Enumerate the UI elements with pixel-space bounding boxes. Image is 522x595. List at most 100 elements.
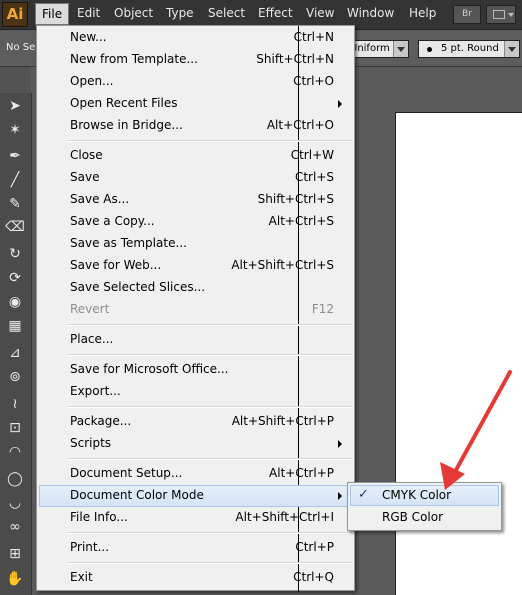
menu-item-label: Document Color Mode [70, 488, 204, 502]
blob-tool-icon[interactable]: ◡ [4, 493, 26, 513]
menu-item-save-as[interactable]: Save As... Shift+Ctrl+S [39, 189, 352, 211]
menu-item-label: Export... [70, 384, 121, 398]
document-color-mode-submenu: ✓ CMYK Color RGB Color [347, 482, 502, 531]
menu-item-close[interactable]: Close Ctrl+W [39, 145, 352, 167]
brush-dot-icon [427, 47, 432, 52]
submenu-item-rgb-color[interactable]: RGB Color [350, 507, 499, 528]
free-transform-tool-icon[interactable]: ⊡ [4, 418, 26, 438]
chevron-down-icon[interactable] [393, 41, 408, 57]
menu-item-label: Exit [70, 570, 93, 584]
checkmark-icon: ✓ [358, 487, 369, 502]
menu-item-package[interactable]: Package... Alt+Shift+Ctrl+P [39, 411, 352, 433]
menu-item-save-as-template[interactable]: Save as Template... [39, 233, 352, 255]
menu-item-label: Browse in Bridge... [70, 118, 183, 132]
menu-item-new-from-template[interactable]: New from Template... Shift+Ctrl+N [39, 49, 352, 71]
menu-item-shortcut: Alt+Ctrl+P [269, 466, 334, 480]
menu-file[interactable]: File [35, 3, 69, 25]
menu-item-open[interactable]: Open... Ctrl+O [39, 71, 352, 93]
menu-item-revert: Revert F12 [39, 299, 352, 321]
menu-item-label: Save for Web... [70, 258, 162, 272]
hand-tool-icon[interactable]: ✋ [4, 569, 26, 589]
lasso-tool-icon[interactable]: ◯ [4, 469, 26, 489]
menu-item-label: Open... [70, 74, 114, 88]
menu-item-shortcut: Ctrl+O [293, 74, 334, 88]
menu-item-shortcut: Alt+Shift+Ctrl+S [231, 258, 334, 272]
chevron-down-icon [508, 13, 514, 17]
chevron-down-icon[interactable] [504, 41, 519, 57]
symbol-sprayer-tool-icon[interactable]: ⊚ [4, 367, 26, 387]
eraser-tool-icon[interactable]: ⌫ [4, 217, 26, 237]
menu-item-exit[interactable]: Exit Ctrl+Q [39, 567, 352, 589]
menu-item-shortcut: Shift+Ctrl+N [256, 52, 334, 66]
menu-item-document-setup[interactable]: Document Setup... Alt+Ctrl+P [39, 463, 352, 485]
paintbrush-tool-icon[interactable]: ✎ [4, 194, 26, 214]
menu-item-save-selected-slices[interactable]: Save Selected Slices... [39, 277, 352, 299]
menu-separator [67, 324, 352, 326]
menu-item-save[interactable]: Save Ctrl+S [39, 167, 352, 189]
shape-builder-tool-icon[interactable]: ◉ [4, 292, 26, 312]
menu-select[interactable]: Select [208, 6, 245, 20]
menu-help[interactable]: Help [409, 6, 436, 20]
menu-item-scripts[interactable]: Scripts [39, 433, 352, 455]
menu-item-label: Save for Microsoft Office... [70, 362, 229, 376]
menu-type[interactable]: Type [166, 6, 194, 20]
menu-item-browse-in-bridge[interactable]: Browse in Bridge... Alt+Ctrl+O [39, 115, 352, 137]
menu-item-export[interactable]: Export... [39, 381, 352, 403]
warp-tool-icon[interactable]: ⟳ [4, 268, 26, 288]
pen-tool-icon[interactable]: ✒ [4, 146, 26, 166]
menu-item-place[interactable]: Place... [39, 329, 352, 351]
submenu-item-cmyk-color[interactable]: ✓ CMYK Color [350, 485, 499, 506]
variable-width-profile-value: Uniform [350, 43, 390, 54]
submenu-item-label: RGB Color [382, 510, 444, 524]
menu-item-label: Place... [70, 332, 114, 346]
app-logo: Ai [2, 2, 28, 27]
menu-item-shortcut: Ctrl+S [294, 170, 334, 184]
menu-item-document-color-mode[interactable]: Document Color Mode [39, 485, 352, 507]
menu-item-save-for-microsoft-office[interactable]: Save for Microsoft Office... [39, 359, 352, 381]
menu-item-file-info[interactable]: File Info... Alt+Shift+Ctrl+I [39, 507, 352, 529]
menu-item-shortcut: Ctrl+P [295, 540, 334, 554]
menu-item-new[interactable]: New... Ctrl+N [39, 27, 352, 49]
go-to-bridge-button[interactable]: Br [453, 5, 481, 24]
selection-status: No Se [6, 42, 36, 53]
menu-item-print[interactable]: Print... Ctrl+P [39, 537, 352, 559]
menu-file-label: File [42, 7, 63, 21]
magic-wand-tool-icon[interactable]: ✶ [4, 120, 26, 140]
slice-tool-icon[interactable]: ∞ [4, 517, 26, 537]
selection-tool-icon[interactable]: ➤ [4, 96, 26, 116]
menu-item-label: Open Recent Files [70, 96, 178, 110]
menu-separator [67, 458, 352, 460]
artboard-tool-icon[interactable]: ⊞ [4, 544, 26, 564]
menu-item-shortcut: Alt+Shift+Ctrl+I [235, 510, 334, 524]
menu-edit[interactable]: Edit [77, 6, 100, 20]
menu-item-label: Save as Template... [70, 236, 187, 250]
menu-item-label: Close [70, 148, 103, 162]
menu-item-save-for-web[interactable]: Save for Web... Alt+Shift+Ctrl+S [39, 255, 352, 277]
line-tool-icon[interactable]: ╱ [4, 170, 26, 190]
menu-window[interactable]: Window [347, 6, 394, 20]
menu-effect[interactable]: Effect [258, 6, 293, 20]
submenu-arrow-icon [338, 492, 342, 500]
menu-item-label: New from Template... [70, 52, 198, 66]
menu-item-shortcut: Ctrl+N [293, 30, 334, 44]
brush-definition-dropdown[interactable]: 5 pt. Round [418, 40, 520, 58]
width-tool-icon[interactable]: ≀ [4, 394, 26, 414]
menu-item-label: Print... [70, 540, 110, 554]
menu-item-label: Save a Copy... [70, 214, 155, 228]
gradient-tool-icon[interactable]: ◠ [4, 442, 26, 462]
menu-item-shortcut: Alt+Ctrl+S [268, 214, 334, 228]
submenu-arrow-icon [338, 440, 342, 448]
menu-view[interactable]: View [306, 6, 334, 20]
arrange-documents-button[interactable] [486, 5, 516, 24]
menu-item-save-a-copy[interactable]: Save a Copy... Alt+Ctrl+S [39, 211, 352, 233]
eyedropper-tool-icon[interactable]: ⊿ [4, 343, 26, 363]
arrange-documents-icon [493, 10, 505, 19]
menu-separator [67, 140, 352, 142]
tools-panel: ➤ ✶ ✒ ╱ ✎ ⌫ ↻ ⟳ ◉ ▦ ⊿ ⊚ ≀ ⊡ ◠ ◯ ◡ ∞ ⊞ ✋ [0, 93, 32, 595]
menu-item-shortcut: Ctrl+Q [293, 570, 334, 584]
menu-object[interactable]: Object [114, 6, 153, 20]
rotate-tool-icon[interactable]: ↻ [4, 244, 26, 264]
menu-item-open-recent-files[interactable]: Open Recent Files [39, 93, 352, 115]
submenu-item-label: CMYK Color [382, 488, 452, 502]
perspective-grid-tool-icon[interactable]: ▦ [4, 316, 26, 336]
